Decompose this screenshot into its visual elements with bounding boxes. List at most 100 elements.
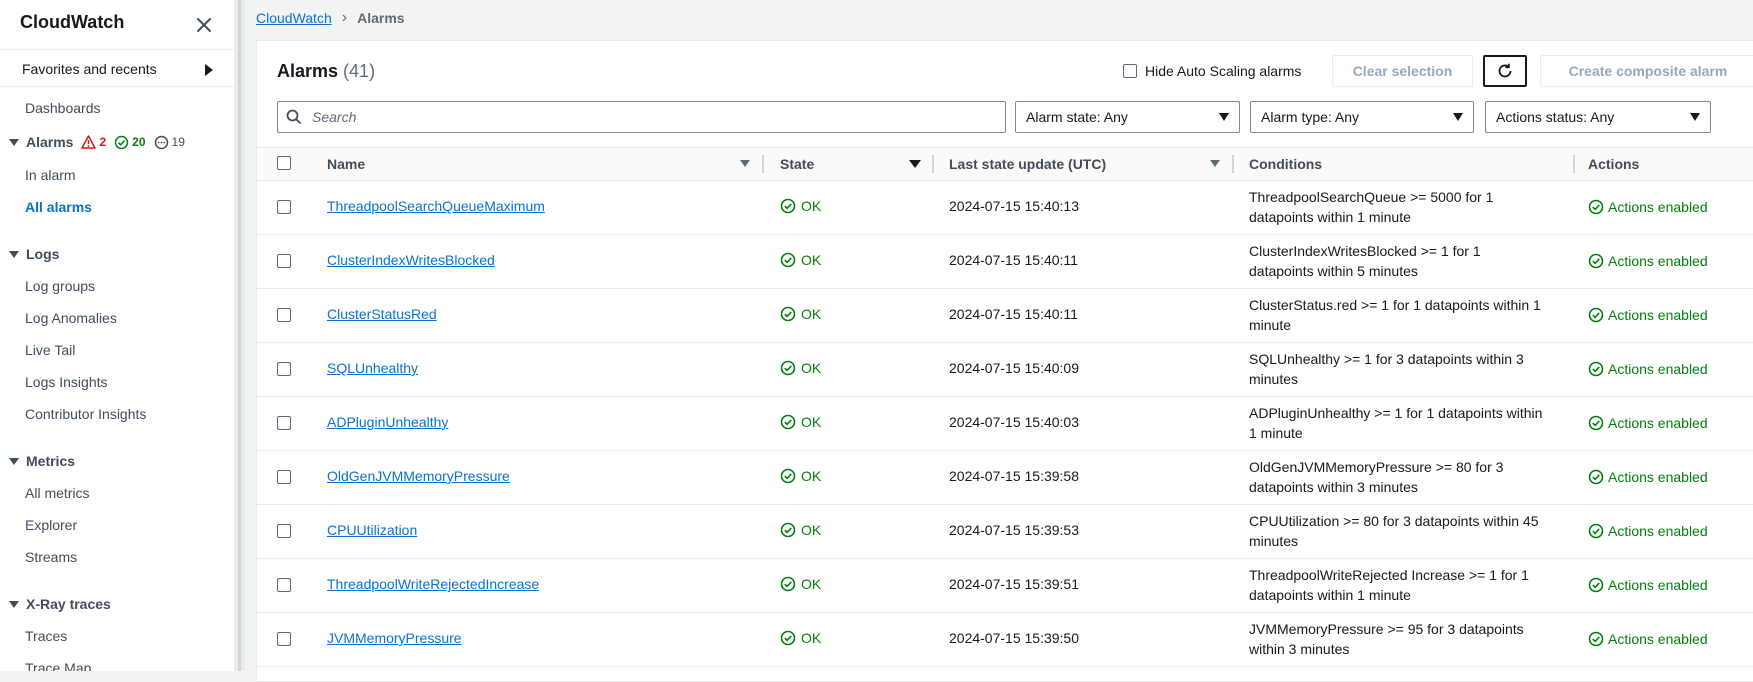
sidebar-section-xray[interactable]: X-Ray traces bbox=[8, 596, 111, 612]
alarm-name-link[interactable]: ADPluginUnhealthy bbox=[327, 414, 448, 430]
breadcrumb-current: Alarms bbox=[357, 10, 405, 26]
sidebar-item-trace-map[interactable]: Trace Map bbox=[25, 660, 91, 671]
table-row[interactable]: ClusterStatusRed OK 2024-07-15 15:40:11 … bbox=[257, 288, 1753, 343]
column-header-last-update[interactable]: Last state update (UTC) bbox=[949, 148, 1106, 180]
table-row[interactable]: ADPluginUnhealthy OK 2024-07-15 15:40:03… bbox=[257, 396, 1753, 451]
status-ok-icon bbox=[1588, 361, 1604, 377]
column-header-conditions[interactable]: Conditions bbox=[1249, 148, 1322, 180]
alarm-name-link[interactable]: SQLUnhealthy bbox=[327, 360, 418, 376]
alarm-conditions: ThreadpoolWriteRejected Increase >= 1 fo… bbox=[1249, 567, 1529, 603]
status-ok-icon bbox=[780, 198, 796, 214]
alarm-name-link[interactable]: CPUUtilization bbox=[327, 522, 417, 538]
actions-status: Actions enabled bbox=[1588, 361, 1708, 377]
sidebar-item-in-alarm[interactable]: In alarm bbox=[25, 167, 76, 183]
table-row[interactable]: ClusterIndexWritesBlocked OK 2024-07-15 … bbox=[257, 234, 1753, 289]
sort-icon[interactable] bbox=[740, 160, 750, 167]
create-composite-alarm-button[interactable]: Create composite alarm bbox=[1540, 55, 1753, 87]
hide-autoscaling-checkbox[interactable] bbox=[1123, 64, 1137, 78]
last-update-time: 2024-07-15 15:40:13 bbox=[949, 198, 1079, 214]
search-placeholder: Search bbox=[312, 109, 357, 125]
column-resizer[interactable] bbox=[762, 155, 764, 173]
column-header-state[interactable]: State bbox=[780, 148, 814, 180]
column-header-name[interactable]: Name bbox=[327, 148, 365, 180]
ok-badge[interactable]: 20 bbox=[114, 135, 146, 150]
sidebar-item-explorer[interactable]: Explorer bbox=[25, 517, 77, 533]
sidebar-section-alarms[interactable]: Alarms 2 20 19 bbox=[8, 134, 185, 150]
table-row[interactable]: ThreadpoolSearchQueueMaximum OK 2024-07-… bbox=[257, 180, 1753, 235]
status-ok-icon bbox=[1588, 415, 1604, 431]
search-input[interactable]: Search bbox=[277, 101, 1006, 133]
status-ok-icon bbox=[780, 306, 796, 322]
sidebar-item-logs-insights[interactable]: Logs Insights bbox=[25, 374, 108, 390]
alarm-name-link[interactable]: JVMMemoryPressure bbox=[327, 630, 462, 646]
actions-status: Actions enabled bbox=[1588, 577, 1708, 593]
sidebar-section-logs[interactable]: Logs bbox=[8, 246, 59, 262]
sidebar-item-all-metrics[interactable]: All metrics bbox=[25, 485, 90, 501]
table-row[interactable]: ThreadpoolWriteRejectedIncrease OK 2024-… bbox=[257, 558, 1753, 613]
sidebar-section-metrics[interactable]: Metrics bbox=[8, 453, 75, 469]
actions-status: Actions enabled bbox=[1588, 415, 1708, 431]
column-resizer[interactable] bbox=[932, 155, 934, 173]
caret-right-icon[interactable] bbox=[205, 64, 213, 76]
refresh-button[interactable] bbox=[1483, 55, 1527, 87]
sidebar-item-streams[interactable]: Streams bbox=[25, 549, 77, 565]
alarm-state: OK bbox=[780, 252, 821, 268]
sidebar-item-log-anomalies[interactable]: Log Anomalies bbox=[25, 310, 117, 326]
caret-down-icon bbox=[1690, 113, 1700, 121]
actions-status: Actions enabled bbox=[1588, 307, 1708, 323]
alarm-conditions: SQLUnhealthy >= 1 for 3 datapoints withi… bbox=[1249, 351, 1524, 387]
sidebar-item-live-tail[interactable]: Live Tail bbox=[25, 342, 75, 358]
sidebar-item-contributor-insights[interactable]: Contributor Insights bbox=[25, 406, 146, 422]
table-row[interactable]: CPUUtilization OK 2024-07-15 15:39:53 CP… bbox=[257, 504, 1753, 559]
warning-icon bbox=[81, 135, 97, 149]
column-header-actions[interactable]: Actions bbox=[1588, 148, 1639, 180]
sidebar-resize-handle[interactable] bbox=[234, 0, 245, 671]
column-resizer[interactable] bbox=[1232, 155, 1234, 173]
actions-status: Actions enabled bbox=[1588, 199, 1708, 215]
in-alarm-badge[interactable]: 2 bbox=[81, 135, 106, 149]
sort-icon[interactable] bbox=[1210, 160, 1220, 167]
last-update-time: 2024-07-15 15:40:09 bbox=[949, 360, 1079, 376]
row-checkbox[interactable] bbox=[277, 578, 291, 592]
row-checkbox[interactable] bbox=[277, 254, 291, 268]
sidebar-item-dashboards[interactable]: Dashboards bbox=[25, 100, 101, 116]
hide-autoscaling-toggle[interactable]: Hide Auto Scaling alarms bbox=[1123, 63, 1301, 79]
alarm-state: OK bbox=[780, 414, 821, 430]
alarm-conditions: ClusterStatus.red >= 1 for 1 datapoints … bbox=[1249, 297, 1541, 333]
sidebar-item-log-groups[interactable]: Log groups bbox=[25, 278, 95, 294]
close-icon[interactable] bbox=[193, 14, 215, 36]
alarm-name-link[interactable]: ThreadpoolSearchQueueMaximum bbox=[327, 198, 545, 214]
table-row[interactable]: SQLUnhealthy OK 2024-07-15 15:40:09 SQLU… bbox=[257, 342, 1753, 397]
status-ok-icon bbox=[1588, 199, 1604, 215]
actions-status-select[interactable]: Actions status: Any bbox=[1485, 101, 1711, 133]
table-row[interactable]: OldGenJVMMemoryPressure OK 2024-07-15 15… bbox=[257, 450, 1753, 505]
row-checkbox[interactable] bbox=[277, 362, 291, 376]
last-update-time: 2024-07-15 15:39:53 bbox=[949, 522, 1079, 538]
alarm-state: OK bbox=[780, 522, 821, 538]
alarm-name-link[interactable]: ClusterIndexWritesBlocked bbox=[327, 252, 495, 268]
breadcrumb-cloudwatch[interactable]: CloudWatch bbox=[256, 10, 332, 26]
row-checkbox[interactable] bbox=[277, 416, 291, 430]
alarm-name-link[interactable]: ThreadpoolWriteRejectedIncrease bbox=[327, 576, 539, 592]
alarm-name-link[interactable]: OldGenJVMMemoryPressure bbox=[327, 468, 510, 484]
clear-selection-button[interactable]: Clear selection bbox=[1332, 55, 1473, 87]
last-update-time: 2024-07-15 15:40:11 bbox=[949, 252, 1078, 268]
row-checkbox[interactable] bbox=[277, 200, 291, 214]
sort-descending-icon[interactable] bbox=[909, 160, 921, 168]
alarm-state-select[interactable]: Alarm state: Any bbox=[1015, 101, 1240, 133]
alarm-name-link[interactable]: ClusterStatusRed bbox=[327, 306, 437, 322]
sidebar-item-all-alarms[interactable]: All alarms bbox=[25, 199, 92, 215]
insufficient-data-badge[interactable]: 19 bbox=[154, 135, 185, 150]
sidebar-item-traces[interactable]: Traces bbox=[25, 628, 67, 644]
column-resizer[interactable] bbox=[1573, 155, 1575, 173]
alarm-type-select[interactable]: Alarm type: Any bbox=[1250, 101, 1474, 133]
row-checkbox[interactable] bbox=[277, 632, 291, 646]
row-checkbox[interactable] bbox=[277, 470, 291, 484]
select-all-checkbox[interactable] bbox=[277, 156, 291, 170]
row-checkbox[interactable] bbox=[277, 524, 291, 538]
row-checkbox[interactable] bbox=[277, 308, 291, 322]
sidebar-section-label: Alarms bbox=[26, 134, 74, 150]
favorites-and-recents[interactable]: Favorites and recents bbox=[22, 61, 157, 77]
table-row[interactable]: JVMMemoryPressure OK 2024-07-15 15:39:50… bbox=[257, 612, 1753, 667]
alarm-conditions: OldGenJVMMemoryPressure >= 80 for 3 data… bbox=[1249, 459, 1504, 495]
